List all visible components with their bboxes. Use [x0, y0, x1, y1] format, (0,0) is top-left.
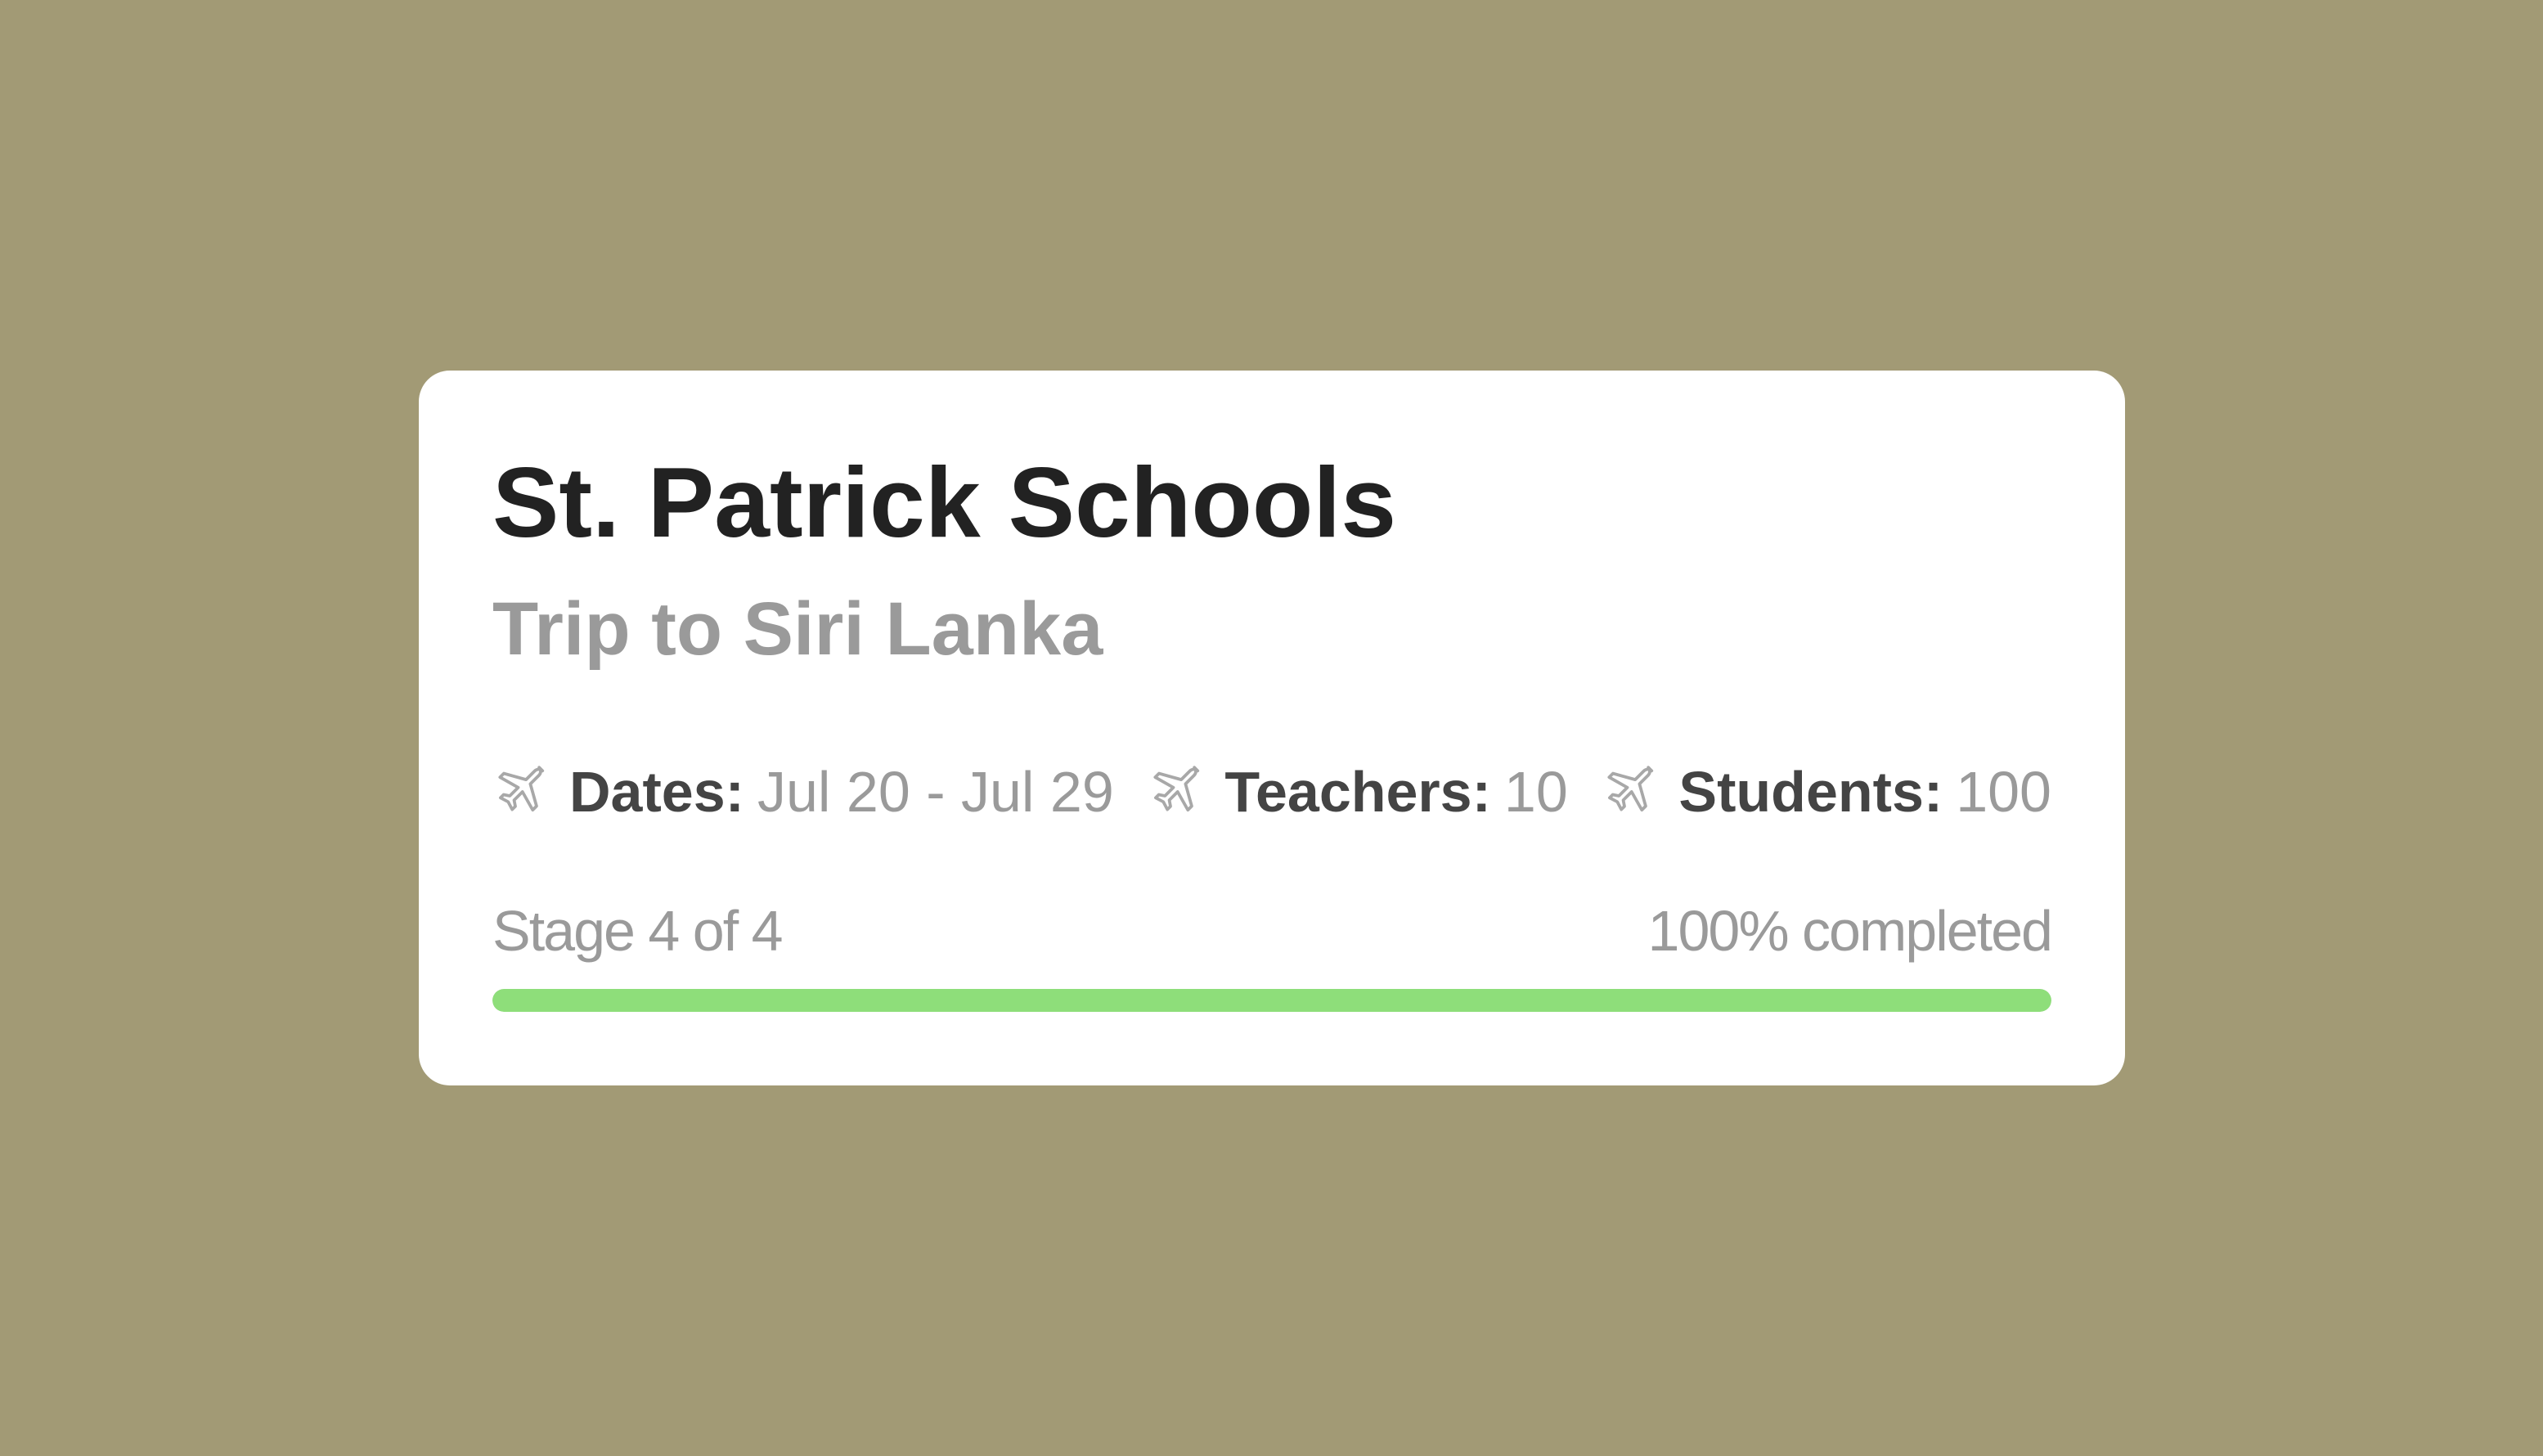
airplane-icon [1602, 763, 1659, 820]
meta-dates-label: Dates: [569, 760, 744, 824]
meta-teachers: Teachers: 10 [1148, 760, 1568, 824]
meta-teachers-label: Teachers: [1224, 760, 1491, 824]
stage-text: Stage 4 of 4 [492, 899, 784, 963]
meta-students-value: 100 [1956, 760, 2051, 824]
card-subtitle: Trip to Siri Lanka [492, 587, 1103, 671]
card-title: St. Patrick Schools [492, 447, 1397, 558]
completion-text: 100% completed [1647, 899, 2053, 963]
progress-bar-fill [492, 989, 2051, 1012]
meta-students-label: Students: [1678, 760, 1943, 824]
meta-teachers-value: 10 [1503, 760, 1568, 824]
meta-students: Students: 100 [1602, 763, 2051, 820]
trip-card: St. Patrick Schools Trip to Siri Lanka D… [419, 371, 2125, 1085]
trip-meta-row: Dates: Jul 20 - Jul 29 Teachers: 10 Stud… [492, 755, 2051, 829]
meta-dates: Dates: Jul 20 - Jul 29 [492, 763, 1114, 820]
airplane-icon [492, 763, 550, 820]
progress-labels: Stage 4 of 4 100% completed [492, 899, 2053, 963]
progress-bar [492, 989, 2051, 1012]
airplane-icon [1148, 763, 1205, 820]
meta-dates-value: Jul 20 - Jul 29 [757, 760, 1114, 824]
